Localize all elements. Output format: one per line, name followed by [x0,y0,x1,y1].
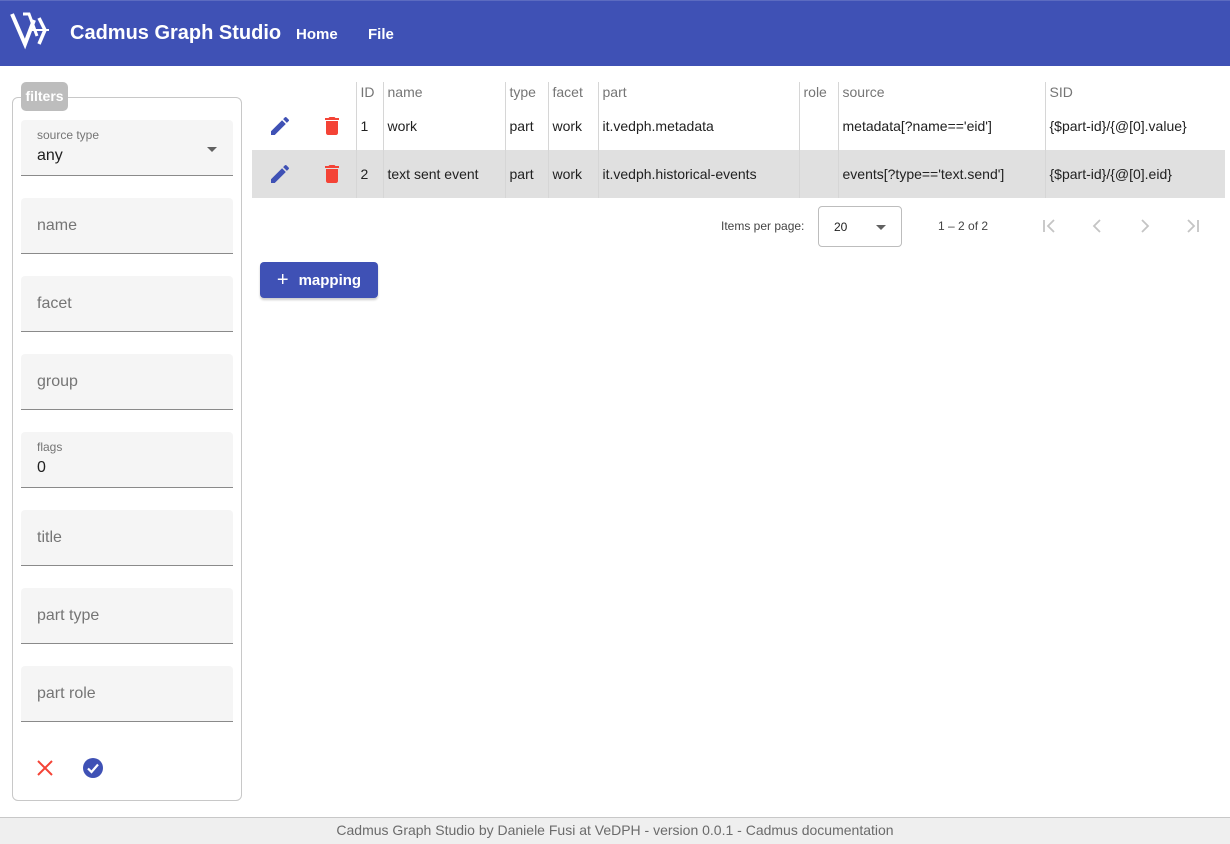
source-type-select[interactable]: source type any [21,120,233,176]
cell-id: 2 [355,150,383,198]
facet-placeholder: facet [37,295,72,312]
table-row: 2 text sent event part work it.vedph.his… [252,150,1225,198]
part-role-filter-input[interactable]: part role [21,666,233,722]
app-logo-icon [10,12,49,50]
page-size-select[interactable]: 20 [818,206,902,247]
dropdown-arrow-icon [207,147,217,152]
group-placeholder: group [37,373,78,390]
page-size-value: 20 [834,220,848,234]
cell-role [798,102,838,150]
close-icon[interactable] [33,756,57,780]
first-page-icon[interactable] [1037,214,1061,238]
items-per-page-label: Items per page: [721,219,805,233]
flags-filter-input[interactable]: flags 0 [21,432,233,488]
cell-sid: {$part-id}/{@[0].eid} [1044,150,1225,198]
edit-icon[interactable] [268,114,292,138]
cell-name: text sent event [382,150,505,198]
header-name: name [382,82,505,102]
filters-legend: filters [21,82,68,111]
header-part: part [597,82,799,102]
name-filter-input[interactable]: name [21,198,233,254]
cell-name: work [382,102,505,150]
header-type: type [504,82,548,102]
cell-facet: work [547,102,598,150]
last-page-icon[interactable] [1181,214,1205,238]
cell-source: metadata[?name=='eid'] [837,102,1045,150]
delete-icon[interactable] [320,114,344,138]
top-toolbar: Cadmus Graph Studio Home File [0,0,1230,66]
delete-icon[interactable] [320,162,344,186]
plus-icon: + [276,269,289,291]
table-header-row: ID name type facet part role source SID [252,82,1225,102]
nav-home-button[interactable]: Home [296,26,338,43]
source-type-value: any [37,147,63,164]
previous-page-icon[interactable] [1085,214,1109,238]
edit-icon[interactable] [268,162,292,186]
page-range-label: 1 – 2 of 2 [938,219,989,233]
add-mapping-button[interactable]: + mapping [260,262,378,298]
next-page-icon[interactable] [1133,214,1157,238]
name-placeholder: name [37,217,78,234]
add-mapping-label: mapping [298,271,362,289]
header-source: source [837,82,1045,102]
flags-value: 0 [37,459,46,476]
title-placeholder: title [37,529,62,546]
part-type-placeholder: part type [37,607,100,624]
header-sid: SID [1044,82,1225,102]
part-type-filter-input[interactable]: part type [21,588,233,644]
dropdown-arrow-icon [876,225,886,230]
cell-source: events[?type=='text.send'] [837,150,1045,198]
title-filter-input[interactable]: title [21,510,233,566]
nav-file-button[interactable]: File [368,26,394,43]
part-role-placeholder: part role [37,685,96,702]
facet-filter-input[interactable]: facet [21,276,233,332]
cell-facet: work [547,150,598,198]
group-filter-input[interactable]: group [21,354,233,410]
mappings-table: ID name type facet part role source SID … [252,82,1225,198]
source-type-label: source type [37,128,100,142]
header-facet: facet [547,82,598,102]
cell-id: 1 [355,102,383,150]
flags-label: flags [37,440,63,454]
header-id: ID [355,82,383,102]
cell-type: part [504,102,548,150]
cell-type: part [504,150,548,198]
footer: Cadmus Graph Studio by Daniele Fusi at V… [0,817,1230,844]
header-role: role [798,82,838,102]
cell-part: it.vedph.historical-events [597,150,799,198]
cell-part: it.vedph.metadata [597,102,799,150]
app-title: Cadmus Graph Studio [70,22,282,44]
table-row: 1 work part work it.vedph.metadata metad… [252,102,1225,150]
cell-role [798,150,838,198]
check-circle-icon[interactable] [81,756,105,780]
cell-sid: {$part-id}/{@[0].value} [1044,102,1225,150]
